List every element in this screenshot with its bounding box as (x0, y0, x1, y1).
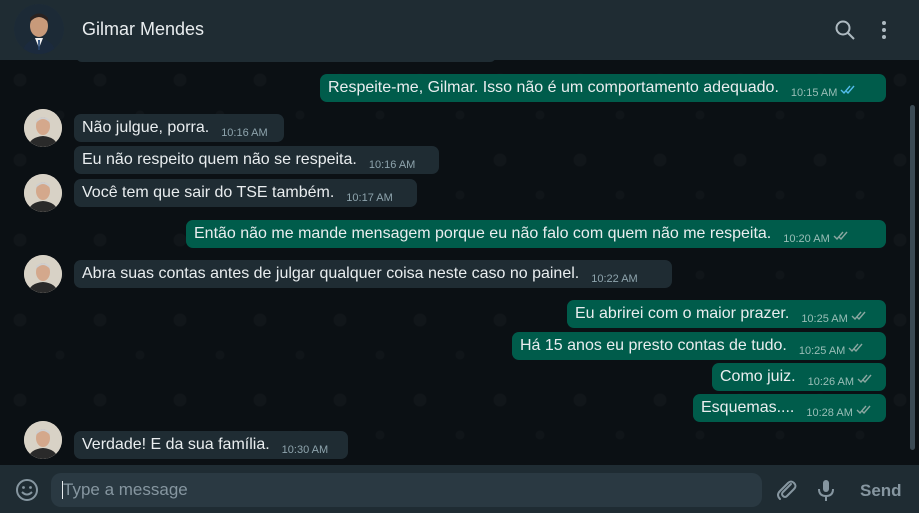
sender-avatar[interactable] (24, 174, 62, 212)
contact-avatar[interactable] (14, 4, 64, 54)
message-time: 10:28 AM (806, 407, 853, 419)
attach-paperclip-icon[interactable] (774, 477, 800, 503)
delivered-ticks-icon (857, 366, 873, 394)
send-button[interactable]: Send (860, 481, 902, 501)
sender-avatar[interactable] (24, 109, 62, 147)
microphone-icon[interactable] (813, 477, 839, 503)
message-time: 10:16 AM (368, 159, 416, 171)
delivered-ticks-icon (856, 397, 872, 425)
delivered-ticks-icon (851, 303, 867, 331)
message-time: 10:25 AM (801, 313, 848, 325)
message-time: 10:22 AM (591, 273, 638, 285)
message-time: 10:16 AM (221, 127, 268, 139)
message-input[interactable] (63, 473, 762, 507)
message-text: Respeite-me, Gilmar. Isso não é um compo… (328, 79, 779, 96)
message-time: 10:30 AM (281, 444, 329, 456)
delivered-ticks-icon (833, 223, 849, 251)
message-text: Como juiz. (720, 368, 796, 385)
delivered-ticks-icon (848, 335, 864, 363)
message-time: 10:20 AM (783, 233, 830, 245)
message-bubble-outgoing[interactable]: Eu abrirei com o maior prazer. 10:25 AM (567, 300, 886, 328)
message-text: Então não me mande mensagem porque eu nã… (194, 225, 772, 242)
emoji-icon[interactable] (14, 477, 40, 503)
sender-avatar[interactable] (24, 421, 62, 459)
message-bubble-incoming[interactable]: Não julgue, porra. 10:16 AM (74, 114, 284, 142)
message-list[interactable]: Respeite-me, Gilmar. Isso não é um compo… (0, 60, 919, 465)
menu-dots-icon[interactable] (872, 18, 896, 42)
message-bubble-incoming[interactable]: Eu não respeito quem não se respeita. 10:… (74, 146, 439, 174)
chat-scrollbar[interactable] (910, 105, 915, 450)
message-time: 10:15 AM (790, 87, 838, 99)
search-icon[interactable] (833, 18, 857, 42)
message-text: Verdade! E da sua família. (82, 436, 270, 453)
read-ticks-icon (840, 77, 856, 105)
message-bubble-incoming[interactable]: Você tem que sair do TSE também. 10:17 AM (74, 179, 417, 207)
message-bubble-outgoing[interactable]: Então não me mande mensagem porque eu nã… (186, 220, 886, 248)
previous-message-edge (76, 60, 496, 62)
contact-name: Gilmar Mendes (82, 19, 205, 39)
message-bubble-outgoing[interactable]: Há 15 anos eu presto contas de tudo. 10:2… (512, 332, 886, 360)
message-bubble-outgoing[interactable]: Como juiz. 10:26 AM (712, 363, 886, 391)
message-text: Não julgue, porra. (82, 119, 210, 136)
text-caret (62, 481, 63, 499)
chat-header: Gilmar Mendes (0, 0, 919, 60)
message-bubble-outgoing[interactable]: Esquemas.... 10:28 AM (693, 394, 886, 422)
message-input-box[interactable] (51, 473, 762, 507)
message-text: Eu não respeito quem não se respeita. (82, 151, 357, 168)
message-bubble-outgoing[interactable]: Respeite-me, Gilmar. Isso não é um compo… (320, 74, 886, 102)
message-text: Esquemas.... (701, 399, 795, 416)
message-text: Você tem que sair do TSE também. (82, 184, 335, 201)
message-bubble-incoming[interactable]: Abra suas contas antes de julgar qualque… (74, 260, 672, 288)
message-text: Abra suas contas antes de julgar qualque… (82, 265, 580, 282)
message-time: 10:25 AM (798, 345, 846, 357)
message-bubble-incoming[interactable]: Verdade! E da sua família. 10:30 AM (74, 431, 348, 459)
sender-avatar[interactable] (24, 255, 62, 293)
message-time: 10:26 AM (807, 376, 855, 388)
message-text: Há 15 anos eu presto contas de tudo. (520, 337, 787, 354)
message-text: Eu abrirei com o maior prazer. (575, 305, 790, 322)
composer-bar: Send (0, 465, 919, 513)
message-time: 10:17 AM (346, 192, 393, 204)
